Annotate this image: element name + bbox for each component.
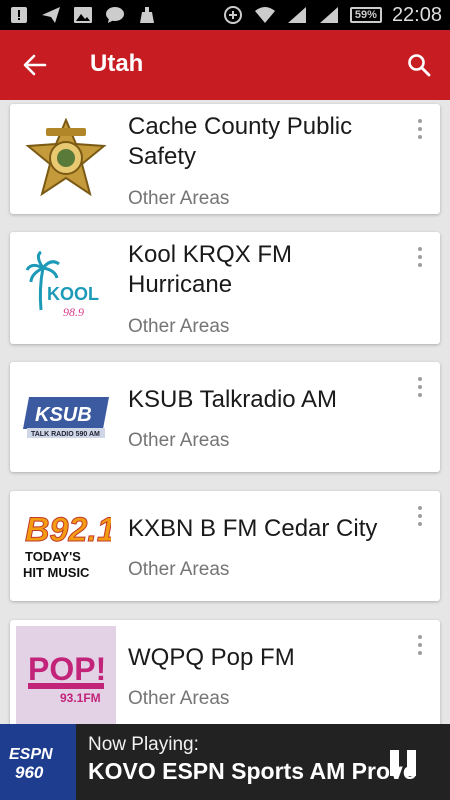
svg-text:KOOL: KOOL <box>47 284 99 304</box>
sheriff-badge-logo <box>16 108 116 208</box>
ksub-logo: KSUB TALK RADIO 590 AM <box>16 367 116 467</box>
svg-text:HIT MUSIC: HIT MUSIC <box>23 565 90 580</box>
data-icon <box>222 5 244 25</box>
search-button[interactable] <box>402 48 436 82</box>
svg-text:98.9: 98.9 <box>63 305 84 319</box>
status-left-icons <box>8 4 158 26</box>
signal-2-icon <box>318 5 340 25</box>
more-options-icon[interactable] <box>412 244 428 270</box>
station-card[interactable]: POP! 93.1FM WQPQ Pop FM Other Areas <box>10 620 440 724</box>
station-name: WQPQ Pop FM <box>128 644 295 671</box>
station-category: Other Areas <box>128 188 230 209</box>
battery-indicator: 59% <box>349 7 382 23</box>
station-card[interactable]: B92.1 TODAY'S HIT MUSIC KXBN B FM Cedar … <box>10 491 440 601</box>
svg-text:TODAY'S: TODAY'S <box>25 549 81 564</box>
more-options-icon[interactable] <box>412 374 428 400</box>
station-category: Other Areas <box>128 430 230 451</box>
wifi-icon <box>254 5 276 25</box>
more-options-icon[interactable] <box>412 632 428 658</box>
b921-logo: B92.1 TODAY'S HIT MUSIC <box>16 496 116 596</box>
status-bar: 59% 22:08 <box>0 0 450 30</box>
arrow-left-icon <box>23 54 47 76</box>
app-bar: Utah <box>0 30 450 100</box>
station-category: Other Areas <box>128 688 230 709</box>
espn-960-logo: ESPN 960 <box>0 724 76 800</box>
pop-logo: POP! 93.1FM <box>16 626 116 724</box>
station-card[interactable]: KOOL 98.9 Kool KRQX FM Hurricane Other A… <box>10 232 440 344</box>
station-category: Other Areas <box>128 316 230 337</box>
chat-icon <box>104 5 126 25</box>
station-category: Other Areas <box>128 559 230 580</box>
notification-icon <box>8 5 30 25</box>
kool-logo: KOOL 98.9 <box>16 238 116 338</box>
now-playing-bar[interactable]: ESPN 960 Now Playing: KOVO ESPN Sports A… <box>0 724 450 800</box>
status-right-icons: 59% 22:08 <box>222 3 442 27</box>
now-playing-station: KOVO ESPN Sports AM Provo <box>88 758 417 784</box>
station-card[interactable]: Cache County Public Safety Other Areas <box>10 104 440 214</box>
pause-icon[interactable] <box>390 750 418 776</box>
back-button[interactable] <box>18 49 52 81</box>
cleaner-icon <box>136 5 158 25</box>
svg-text:93.1FM: 93.1FM <box>60 691 101 705</box>
page-title: Utah <box>90 50 144 77</box>
svg-text:KSUB: KSUB <box>35 404 92 426</box>
now-playing-label: Now Playing: <box>88 734 199 755</box>
status-clock: 22:08 <box>391 3 442 26</box>
station-list[interactable]: Cache County Public Safety Other Areas K… <box>0 100 450 724</box>
svg-text:ESPN: ESPN <box>9 746 53 763</box>
station-card[interactable]: KSUB TALK RADIO 590 AM KSUB Talkradio AM… <box>10 362 440 472</box>
station-name: KXBN B FM Cedar City <box>128 515 378 542</box>
station-name: KSUB Talkradio AM <box>128 386 337 413</box>
send-icon <box>40 5 62 25</box>
station-name: Kool KRQX FM Hurricane <box>128 241 293 298</box>
signal-icon <box>286 5 308 25</box>
svg-text:TALK RADIO 590 AM: TALK RADIO 590 AM <box>31 431 100 438</box>
svg-text:960: 960 <box>15 763 44 782</box>
more-options-icon[interactable] <box>412 116 428 142</box>
more-options-icon[interactable] <box>412 503 428 529</box>
station-name: Cache County Public Safety <box>128 113 353 170</box>
search-icon <box>408 54 431 77</box>
svg-text:B92.1: B92.1 <box>25 511 111 549</box>
image-icon <box>72 5 94 25</box>
svg-text:POP!: POP! <box>28 651 106 687</box>
